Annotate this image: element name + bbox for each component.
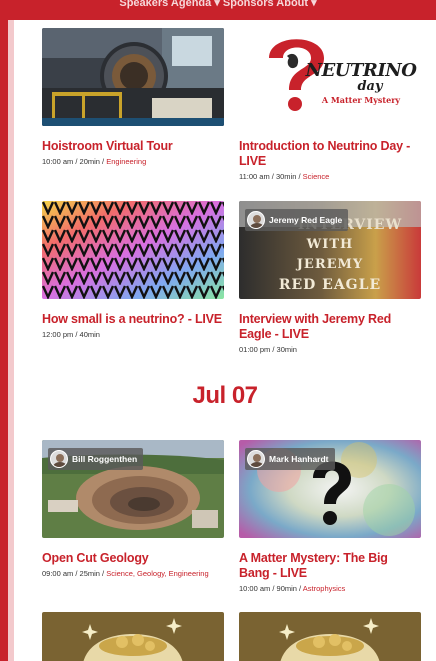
speaker-avatar: [247, 450, 265, 468]
thumb-text-line: WITH: [306, 237, 354, 252]
thumb-text-line: JEREMY: [296, 257, 364, 272]
session-title[interactable]: Open Cut Geology: [42, 551, 224, 566]
session-meta: 10:00 am / 90min / Astrophysics: [239, 584, 421, 594]
session-card-partial-right[interactable]: [239, 612, 421, 661]
session-title[interactable]: A Matter Mystery: The Big Bang - LIVE: [239, 551, 421, 581]
speaker-name: Jeremy Red Eagle: [269, 215, 343, 225]
left-accent-rail: [0, 20, 8, 661]
session-time: 12:00 pm / 40min: [42, 330, 100, 339]
session-card-neutrino-intro[interactable]: NEUTRINO day A Matter Mystery Introducti…: [239, 28, 421, 182]
session-category-link[interactable]: Science: [303, 172, 330, 181]
session-time: 10:00 am / 90min /: [239, 584, 303, 593]
session-time: 10:00 am / 20min /: [42, 157, 107, 166]
agenda-content: Hoistroom Virtual Tour 10:00 am / 20min …: [14, 20, 436, 661]
session-thumbnail[interactable]: [42, 612, 224, 661]
session-title[interactable]: Interview with Jeremy Red Eagle - LIVE: [239, 312, 421, 342]
speaker-avatar: [247, 211, 265, 229]
session-thumbnail[interactable]: NEUTRINO day A Matter Mystery: [239, 28, 421, 126]
nav-menu[interactable]: Speakers Agenda ▾ Sponsors About ▾: [0, 0, 436, 9]
session-card-hoistroom[interactable]: Hoistroom Virtual Tour 10:00 am / 20min …: [42, 28, 224, 167]
speaker-name: Bill Roggenthen: [72, 454, 138, 464]
session-meta: 09:00 am / 25min / Science, Geology, Eng…: [42, 569, 224, 579]
session-card-interview-red-eagle[interactable]: INTERVIEW WITH JEREMY RED EAGLE Jeremy R…: [239, 201, 421, 355]
speaker-name: Mark Hanhardt: [269, 454, 329, 464]
session-category-link[interactable]: Science, Geology, Engineering: [106, 569, 208, 578]
session-title[interactable]: Introduction to Neutrino Day - LIVE: [239, 139, 421, 169]
date-heading: Jul 07: [192, 382, 258, 409]
speaker-badge[interactable]: Jeremy Red Eagle: [245, 209, 349, 231]
session-meta: 11:00 am / 30min / Science: [239, 172, 421, 182]
session-category-link[interactable]: Engineering: [106, 157, 146, 166]
thumb-text-line: RED EAGLE: [278, 277, 382, 293]
neutrino-logo-day: day: [357, 79, 383, 94]
session-time: 09:00 am / 25min /: [42, 569, 107, 578]
session-meta: 10:00 am / 20min / Engineering: [42, 157, 224, 167]
session-card-big-bang[interactable]: Mark Hanhardt A Matter Mystery: The Big …: [239, 440, 421, 594]
neutrino-logo-word: NEUTRINO: [305, 60, 417, 81]
session-thumbnail[interactable]: Bill Roggenthen: [42, 440, 224, 538]
speaker-avatar: [50, 450, 68, 468]
session-time: 01:00 pm / 30min: [239, 345, 297, 354]
session-card-open-cut-geology[interactable]: Bill Roggenthen Open Cut Geology 09:00 a…: [42, 440, 224, 579]
session-thumbnail[interactable]: [239, 612, 421, 661]
session-thumbnail[interactable]: [42, 201, 224, 299]
speaker-badge[interactable]: Mark Hanhardt: [245, 448, 335, 470]
session-thumbnail[interactable]: INTERVIEW WITH JEREMY RED EAGLE Jeremy R…: [239, 201, 421, 299]
session-thumbnail[interactable]: [42, 28, 224, 126]
speaker-badge[interactable]: Bill Roggenthen: [48, 448, 144, 470]
session-card-partial-left[interactable]: [42, 612, 224, 661]
session-title[interactable]: How small is a neutrino? - LIVE: [42, 312, 224, 327]
session-title[interactable]: Hoistroom Virtual Tour: [42, 139, 224, 154]
session-card-how-small[interactable]: How small is a neutrino? - LIVE 12:00 pm…: [42, 201, 224, 340]
session-time: 11:00 am / 30min /: [239, 172, 303, 181]
neutrino-logo-tagline: A Matter Mystery: [321, 95, 401, 105]
top-navigation-bar: Speakers Agenda ▾ Sponsors About ▾: [0, 0, 436, 20]
session-category-link[interactable]: Astrophysics: [303, 584, 346, 593]
session-meta: 01:00 pm / 30min: [239, 345, 421, 355]
session-meta: 12:00 pm / 40min: [42, 330, 224, 340]
session-thumbnail[interactable]: Mark Hanhardt: [239, 440, 421, 538]
